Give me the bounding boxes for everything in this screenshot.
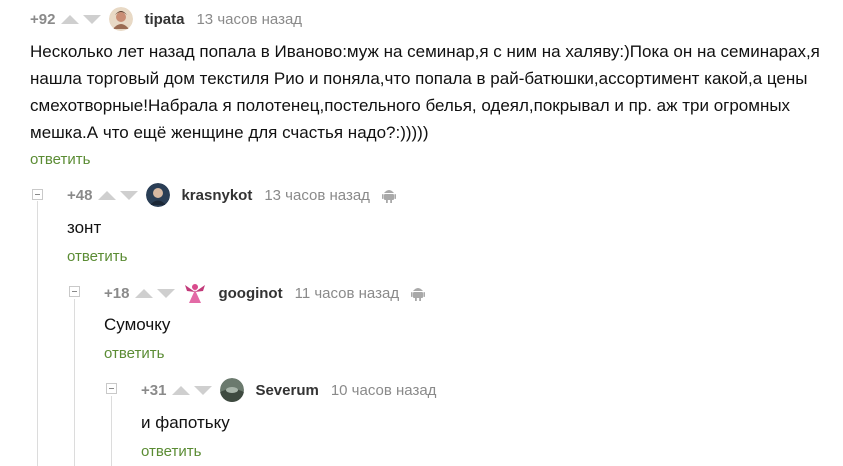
upvote-arrow-icon[interactable] — [172, 385, 191, 395]
thread-line-level-2[interactable] — [74, 299, 75, 466]
collapse-minus-icon[interactable] — [69, 286, 80, 297]
comment-text: Сумочку — [104, 315, 171, 334]
collapse-minus-icon[interactable] — [32, 189, 43, 200]
avatar[interactable] — [183, 281, 207, 305]
reply-link[interactable]: ответить — [104, 345, 164, 362]
upvote-arrow-icon[interactable] — [135, 288, 154, 298]
comment-author[interactable]: tipata — [144, 11, 184, 28]
collapse-minus-icon[interactable] — [106, 383, 117, 394]
comment-score: +48 — [67, 186, 93, 204]
avatar[interactable] — [220, 378, 245, 402]
reply-link[interactable]: ответить — [141, 443, 201, 460]
thread-line-level-3[interactable] — [111, 396, 112, 466]
comment-time: 13 часов назад — [264, 186, 370, 204]
comment-header: +92 tipata 13 часов назад — [30, 7, 314, 31]
comment-author[interactable]: Severum — [255, 382, 318, 399]
comment-text: зонт — [67, 218, 102, 237]
comment-header: +31 Severum 10 часов назад — [141, 378, 448, 402]
downvote-arrow-icon[interactable] — [83, 14, 102, 24]
comment-score: +31 — [141, 381, 167, 399]
comment-text: Несколько лет назад попала в Иваново:муж… — [30, 42, 820, 142]
avatar[interactable] — [109, 7, 134, 31]
reply-link[interactable]: ответить — [30, 151, 90, 168]
comment-header: +18 googinot 11 часов назад — [104, 281, 426, 305]
upvote-arrow-icon[interactable] — [98, 190, 117, 200]
reply-link[interactable]: ответить — [67, 248, 127, 265]
avatar[interactable] — [146, 183, 171, 207]
downvote-arrow-icon[interactable] — [194, 385, 213, 395]
comment-time: 11 часов назад — [294, 284, 400, 302]
comment-author[interactable]: krasnykot — [181, 187, 252, 204]
comment-header: +48 krasnykot 13 часов назад — [67, 183, 396, 207]
comment-time: 13 часов назад — [196, 10, 303, 28]
comment-author[interactable]: googinot — [218, 285, 282, 302]
upvote-arrow-icon[interactable] — [61, 14, 80, 24]
comment-score: +18 — [104, 284, 130, 302]
android-icon — [381, 187, 396, 203]
comment-text: и фапотьку — [141, 413, 230, 432]
downvote-arrow-icon[interactable] — [157, 288, 176, 298]
thread-line-level-1[interactable] — [37, 201, 38, 466]
comment-time: 10 часов назад — [330, 381, 437, 399]
downvote-arrow-icon[interactable] — [120, 190, 139, 200]
comment-score: +92 — [30, 10, 56, 28]
android-icon — [411, 285, 426, 301]
